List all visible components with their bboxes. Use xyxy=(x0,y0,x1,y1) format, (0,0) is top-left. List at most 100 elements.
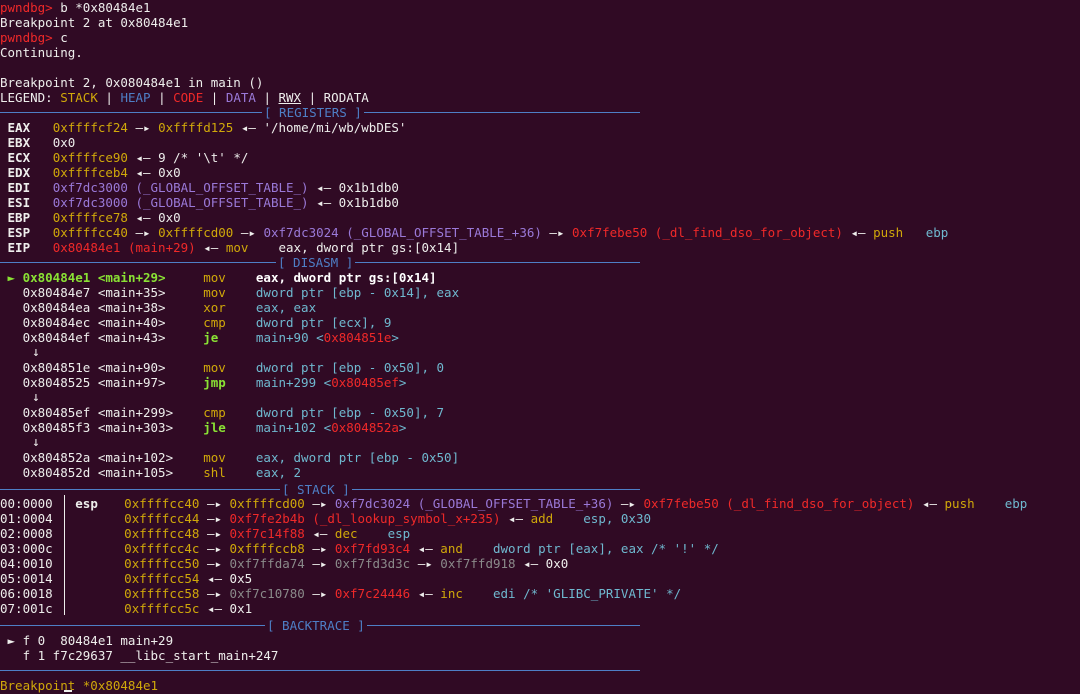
jump-arrow-icon: ↓ xyxy=(32,345,40,360)
value-fragment: 0xffffcd00 xyxy=(158,225,234,240)
instr-address: 0x804852d xyxy=(22,465,91,480)
gutter xyxy=(0,420,23,435)
status-line: Breakpoint *0x80484e1 xyxy=(0,678,1080,693)
instr-address: 0x80485f3 xyxy=(22,420,91,435)
value-fragment: ◂— '/home/mi/wb/wbDES' xyxy=(233,120,407,135)
instr-symbol: <main+90> xyxy=(97,360,166,375)
stack-offset: 05:0014 xyxy=(0,571,53,586)
value-fragment: dec xyxy=(334,526,358,541)
stack-offset: 02:0008 xyxy=(0,526,53,541)
value-fragment xyxy=(903,225,926,240)
jump-target: 0x80485ef xyxy=(331,375,399,390)
value-fragment: 0xffffd125 xyxy=(158,120,234,135)
stack-title: [ STACK ] xyxy=(280,482,352,497)
command-line-2: pwndbg> c xyxy=(0,30,1080,45)
value-fragment: 0xf7febe50 (_dl_find_dso_for_object) xyxy=(572,225,843,240)
value-fragment: 0xffffcc48 xyxy=(124,526,200,541)
instr-address: 0x80484e1 xyxy=(22,270,91,285)
value-fragment: —▸ xyxy=(199,526,230,541)
value-fragment: 0xf7c10780 xyxy=(229,586,305,601)
register-row-eip: EIP 0x80484e1 (main+29) ◂— mov eax, dwor… xyxy=(0,240,1080,255)
disasm-row: 0x804851e <main+90> mov dword ptr [ebp -… xyxy=(0,360,1080,375)
instr-operands: main+90 xyxy=(255,330,309,345)
backtrace-title: [ BACKTRACE ] xyxy=(265,618,367,633)
value-fragment: 0xf7dc3024 (_GLOBAL_OFFSET_TABLE_+36) xyxy=(334,496,614,511)
instr-operands: main+102 xyxy=(255,420,317,435)
stack-row: 00:0000 esp 0xffffcc40 —▸ 0xffffcd00 —▸ 0… xyxy=(0,496,1080,511)
value-fragment: ◂— xyxy=(410,586,441,601)
value-fragment: —▸ xyxy=(127,225,159,240)
value-fragment: ◂— 0x0 xyxy=(127,210,181,225)
registers-header: [ REGISTERS ] xyxy=(0,105,640,120)
value-fragment: —▸ xyxy=(304,586,335,601)
stack-offset: 06:0018 xyxy=(0,586,53,601)
value-fragment: 0xffffcc40 xyxy=(52,225,128,240)
value-fragment: 0xffffcc4c xyxy=(124,541,200,556)
value-fragment: —▸ xyxy=(127,120,159,135)
bottom-rule xyxy=(0,663,640,678)
instr-address: 0x80484e7 xyxy=(22,285,91,300)
instr-symbol: <main+35> xyxy=(97,285,166,300)
instr-address: 0x8048525 xyxy=(22,375,91,390)
instr-symbol: <main+40> xyxy=(97,315,166,330)
value-fragment: 0xffffceb4 xyxy=(52,165,128,180)
value-fragment: ◂— 0x1 xyxy=(199,601,253,616)
value-fragment: ebp xyxy=(1004,496,1028,511)
value-fragment: push xyxy=(944,496,975,511)
legend-sep: | xyxy=(203,90,226,105)
value-fragment: and xyxy=(440,541,463,556)
register-name: ECX xyxy=(7,150,31,165)
disasm-row: 0x8048525 <main+97> jmp main+299 <0x8048… xyxy=(0,375,1080,390)
instr-operands: eax, eax xyxy=(255,300,317,315)
value-fragment: —▸ xyxy=(199,586,230,601)
value-fragment xyxy=(975,496,1005,511)
output-line: Breakpoint 2 at 0x80484e1 xyxy=(0,15,189,30)
gutter xyxy=(0,360,23,375)
instr-address: 0x804852a xyxy=(22,450,91,465)
value-fragment: —▸ xyxy=(199,496,230,511)
instr-opcode: cmp xyxy=(203,405,226,420)
register-name: EDI xyxy=(7,180,31,195)
jump-bracket: > xyxy=(398,420,407,435)
value-fragment: 0xffffccb8 xyxy=(229,541,305,556)
instr-opcode: je xyxy=(203,330,219,345)
jump-target: 0x804851e xyxy=(323,330,392,345)
stack-row: 05:0014 0xffffcc54 ◂— 0x5 xyxy=(0,571,1080,586)
disasm-row: 0x804852a <main+102> mov eax, dword ptr … xyxy=(0,450,1080,465)
value-fragment: 0xffffce78 xyxy=(52,210,128,225)
value-fragment: 0xf7fd93c4 xyxy=(334,541,411,556)
value-fragment: add xyxy=(530,511,554,526)
register-row-edx: EDX 0xffffceb4 ◂— 0x0 xyxy=(0,165,1080,180)
disasm-row: 0x804852d <main+105> shl eax, 2 xyxy=(0,465,1080,480)
legend-sep: | xyxy=(97,90,121,105)
frame-text: f 0 80484e1 main+29 xyxy=(22,633,174,648)
gutter xyxy=(0,330,23,345)
terminal-window[interactable]: { "lines": { "l1": {"prompt":"pwndbg>","… xyxy=(0,0,1080,694)
register-name: EDX xyxy=(7,165,31,180)
instr-operands: dword ptr [ebp - 0x50], 0 xyxy=(255,360,445,375)
stack-header: [ STACK ] xyxy=(0,482,640,497)
register-name: ESI xyxy=(7,195,31,210)
value-fragment: ◂— 0x0 xyxy=(515,556,569,571)
command-text: b *0x80484e1 xyxy=(52,0,151,15)
value-fragment: 0xf7dc3024 (_GLOBAL_OFFSET_TABLE_+36) xyxy=(263,225,542,240)
legend-sep: | xyxy=(255,90,279,105)
value-fragment: 0xf7dc3000 (_GLOBAL_OFFSET_TABLE_) xyxy=(52,180,309,195)
jump-bracket: > xyxy=(398,375,407,390)
current-frame-marker: ► xyxy=(0,633,23,648)
stack-register-cell: esp xyxy=(68,496,124,511)
instr-address: 0x80484ea xyxy=(22,300,91,315)
instr-operands: eax, dword ptr [ebp - 0x50] xyxy=(255,450,460,465)
value-fragment: 0xf7c24446 xyxy=(334,586,411,601)
instr-operands: eax, dword ptr gs:[0x14] xyxy=(255,270,437,285)
disasm-row: 0x80484ea <main+38> xor eax, eax xyxy=(0,300,1080,315)
jump-arrow-icon: ↓ xyxy=(32,435,40,450)
instr-symbol: <main+303> xyxy=(97,420,174,435)
value-fragment: —▸ xyxy=(304,556,335,571)
value-fragment: —▸ xyxy=(233,225,264,240)
instr-opcode: jle xyxy=(203,420,226,435)
